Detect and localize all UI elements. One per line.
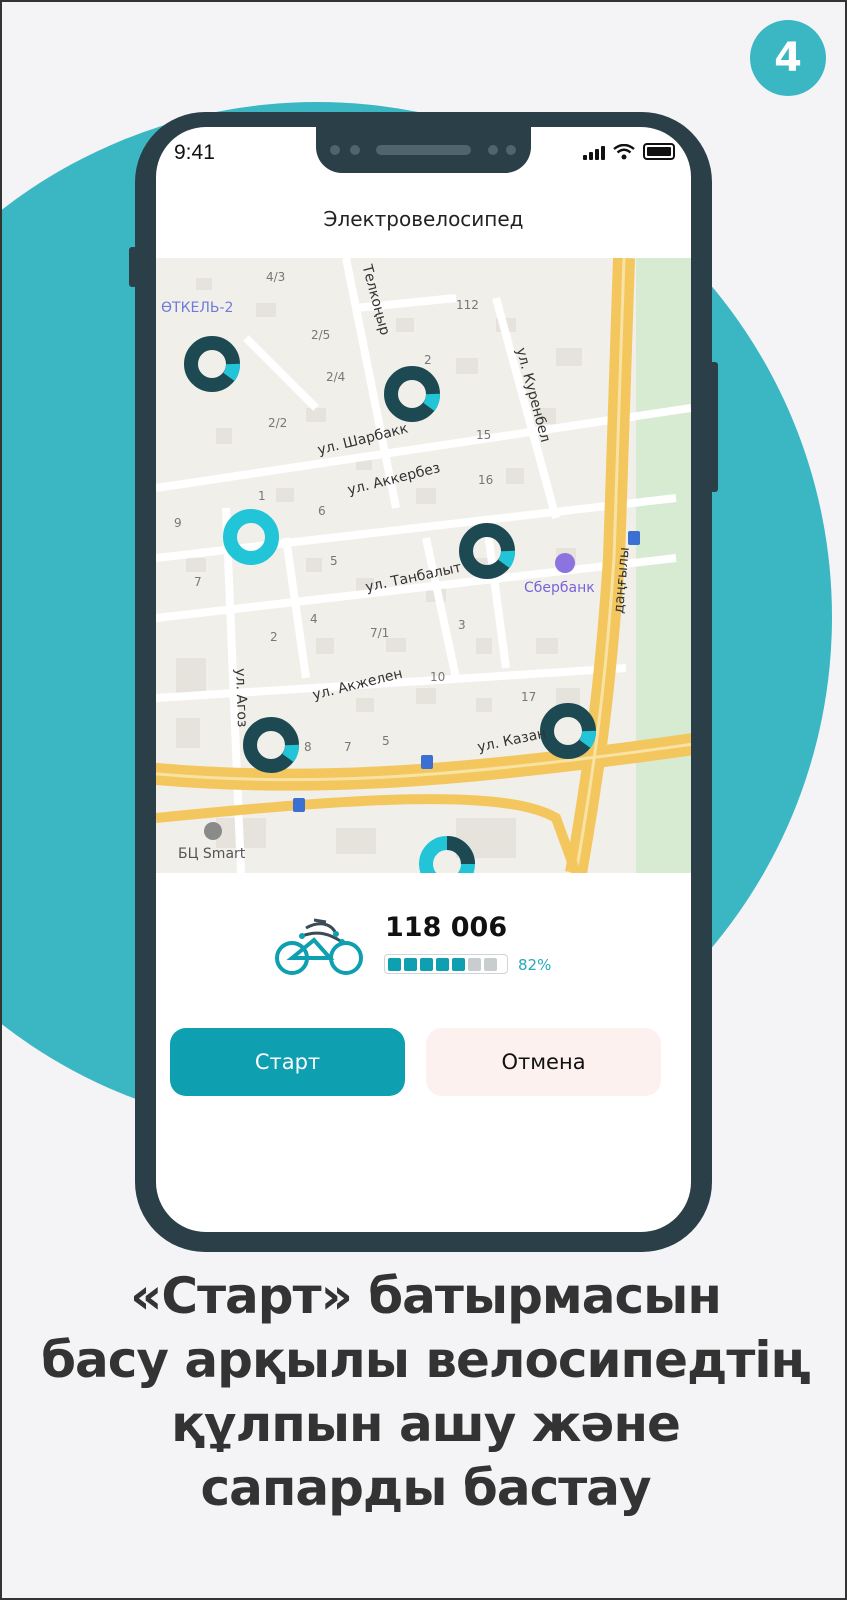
battery-cell <box>484 957 497 971</box>
camera-dot <box>488 145 498 155</box>
map-poi-bank: Сбербанк <box>524 580 595 596</box>
house-number: 16 <box>478 473 494 487</box>
bike-info: 118 006 82% <box>270 912 590 982</box>
house-number: 7/1 <box>370 626 390 640</box>
house-number: 17 <box>521 690 537 704</box>
house-number: 2/2 <box>268 416 288 430</box>
start-button[interactable]: Старт <box>170 1028 405 1096</box>
house-number: 7 <box>194 575 202 589</box>
instruction-caption: «Старт» батырмасын басу арқылы велосипед… <box>2 1264 845 1520</box>
step-badge: 4 <box>750 20 826 96</box>
sensor-dot <box>350 145 360 155</box>
house-number: 112 <box>456 298 479 312</box>
bike-marker <box>223 509 279 565</box>
battery-cell <box>404 957 417 971</box>
phone-screen: 9:41 Электровелосипед ӨТКЕЛЬ-2 ул. Шарба… <box>156 127 691 1232</box>
house-number: 8 <box>304 740 312 754</box>
speaker <box>376 145 471 155</box>
battery-cell <box>452 957 465 971</box>
battery-cell <box>388 957 401 971</box>
battery-cell <box>420 957 433 971</box>
bike-marker <box>419 836 475 873</box>
house-number: 6 <box>318 504 326 518</box>
house-number: 5 <box>382 734 390 748</box>
house-number: 4 <box>310 612 318 626</box>
bike-id: 118 006 <box>385 912 508 943</box>
wifi-icon <box>613 144 635 160</box>
status-time: 9:41 <box>174 141 215 164</box>
caption-line: басу арқылы велосипедтің <box>41 1331 811 1389</box>
sensor-dot <box>330 145 340 155</box>
house-number: 5 <box>330 554 338 568</box>
house-number: 7 <box>344 740 352 754</box>
map-district-label: ӨТКЕЛЬ-2 <box>161 300 234 316</box>
map-poi-office: БЦ Smart <box>178 846 246 862</box>
caption-line: «Старт» батырмасын <box>130 1267 722 1325</box>
camera-dot <box>506 145 516 155</box>
battery-cell <box>436 957 449 971</box>
bike-marker <box>540 703 596 759</box>
house-number: 2 <box>424 353 432 367</box>
ebike-icon <box>275 918 363 975</box>
house-number: 1 <box>258 489 266 503</box>
map-view[interactable]: ӨТКЕЛЬ-2 ул. Шарбакк ул. Аккербез ул. Та… <box>156 258 691 873</box>
bike-marker <box>243 717 299 773</box>
caption-line: сапарды бастау <box>200 1459 651 1517</box>
status-icons <box>583 143 675 160</box>
house-number: 2/5 <box>311 328 331 342</box>
battery-percent: 82% <box>518 956 552 974</box>
house-number: 2 <box>270 630 278 644</box>
screen-title: Электровелосипед <box>323 207 524 231</box>
battery-cell <box>468 957 481 971</box>
map-street-label: ул. Агоз <box>232 668 251 728</box>
signal-icon <box>583 146 605 160</box>
house-number: 9 <box>174 516 182 530</box>
bike-marker <box>384 366 440 422</box>
caption-line: құлпын ашу және <box>171 1395 681 1453</box>
bike-marker <box>184 336 240 392</box>
battery-icon <box>643 143 675 160</box>
house-number: 15 <box>476 428 492 442</box>
battery-level-bar <box>384 954 508 974</box>
house-number: 3 <box>458 618 466 632</box>
page: 4 9:41 Электровелосипед ӨТКЕЛЬ-2 ул. Шар… <box>0 0 847 1600</box>
house-number: 10 <box>430 670 446 684</box>
house-number: 2/4 <box>326 370 346 384</box>
cancel-button[interactable]: Отмена <box>426 1028 661 1096</box>
house-number: 4/3 <box>266 270 286 284</box>
phone-notch <box>316 127 531 173</box>
map-canvas <box>156 258 691 873</box>
